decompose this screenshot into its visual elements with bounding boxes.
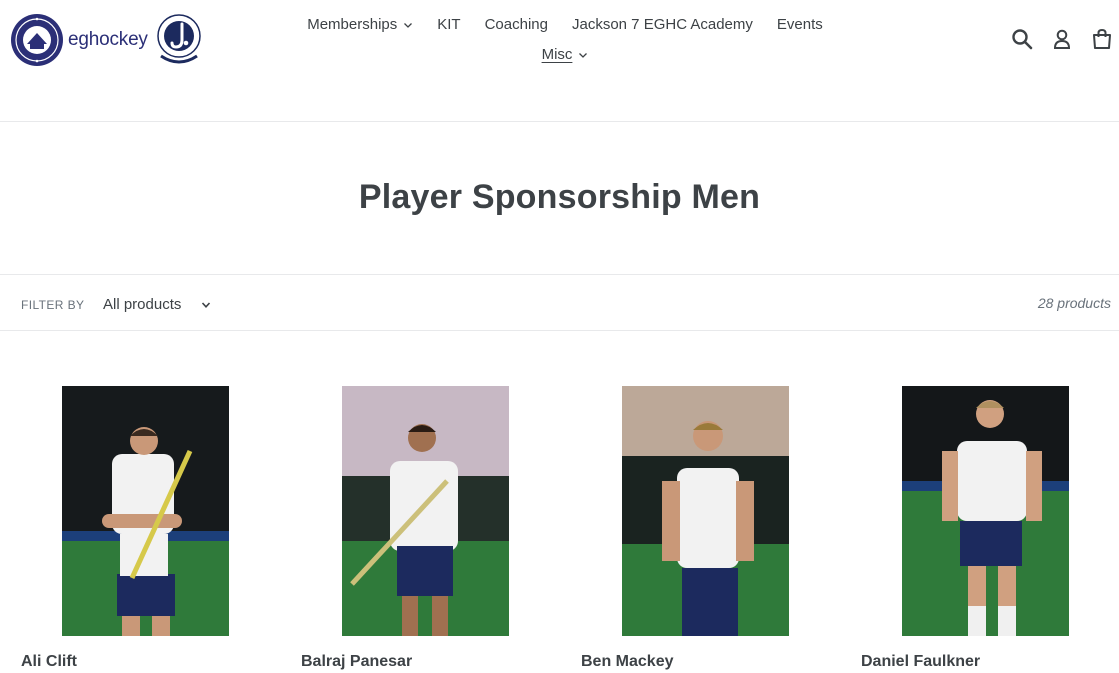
chevron-down-icon bbox=[579, 52, 588, 58]
product-title[interactable]: Ali Clift bbox=[21, 653, 77, 671]
account-icon[interactable] bbox=[1051, 28, 1073, 50]
nav-item-label: Misc bbox=[541, 46, 573, 63]
product-title[interactable]: Daniel Faulkner bbox=[861, 653, 980, 671]
nav-item-kit[interactable]: KIT bbox=[425, 14, 472, 35]
nav-item-label: Coaching bbox=[484, 16, 548, 33]
club-badge-logo bbox=[11, 14, 63, 66]
nav-row-secondary: Misc bbox=[240, 44, 890, 65]
nav-item-misc[interactable]: Misc bbox=[530, 44, 601, 65]
nav-item-events[interactable]: Events bbox=[765, 14, 835, 35]
nav-item-label: Events bbox=[776, 16, 823, 33]
nav-item-coaching[interactable]: Coaching bbox=[473, 14, 560, 35]
cart-icon[interactable] bbox=[1091, 28, 1113, 50]
nav-item-label: KIT bbox=[437, 16, 461, 33]
product-title[interactable]: Balraj Panesar bbox=[301, 653, 412, 671]
filter-select-value: All products bbox=[103, 295, 182, 313]
academy-badge-logo bbox=[157, 14, 201, 64]
filter-select[interactable]: All products bbox=[95, 291, 221, 317]
site-header: eghockey Memberships KIT Coaching Jackso… bbox=[0, 0, 1119, 122]
product-image[interactable] bbox=[622, 386, 789, 636]
logo-text: eghockey bbox=[68, 29, 148, 50]
product-count: 28 products bbox=[1037, 295, 1111, 311]
main-navigation: Memberships KIT Coaching Jackson 7 EGHC … bbox=[240, 14, 890, 65]
product-image[interactable] bbox=[902, 386, 1069, 636]
product-image[interactable] bbox=[62, 386, 229, 636]
chevron-down-icon bbox=[201, 302, 211, 308]
nav-item-label: Jackson 7 EGHC Academy bbox=[571, 16, 753, 33]
filter-label: Filter by bbox=[21, 298, 85, 312]
nav-item-memberships[interactable]: Memberships bbox=[295, 14, 425, 35]
header-actions bbox=[1011, 28, 1113, 50]
chevron-down-icon bbox=[404, 22, 413, 28]
filter-bar: Filter by All products 28 products bbox=[0, 274, 1119, 331]
search-icon[interactable] bbox=[1011, 28, 1033, 50]
collection-title: Player Sponsorship Men bbox=[358, 178, 761, 216]
nav-row-primary: Memberships KIT Coaching Jackson 7 EGHC … bbox=[240, 14, 890, 35]
product-image[interactable] bbox=[342, 386, 509, 636]
site-logo-link[interactable]: eghockey bbox=[10, 12, 205, 68]
product-title[interactable]: Ben Mackey bbox=[581, 653, 674, 671]
nav-item-label: Memberships bbox=[307, 16, 398, 33]
nav-item-academy[interactable]: Jackson 7 EGHC Academy bbox=[560, 14, 765, 35]
